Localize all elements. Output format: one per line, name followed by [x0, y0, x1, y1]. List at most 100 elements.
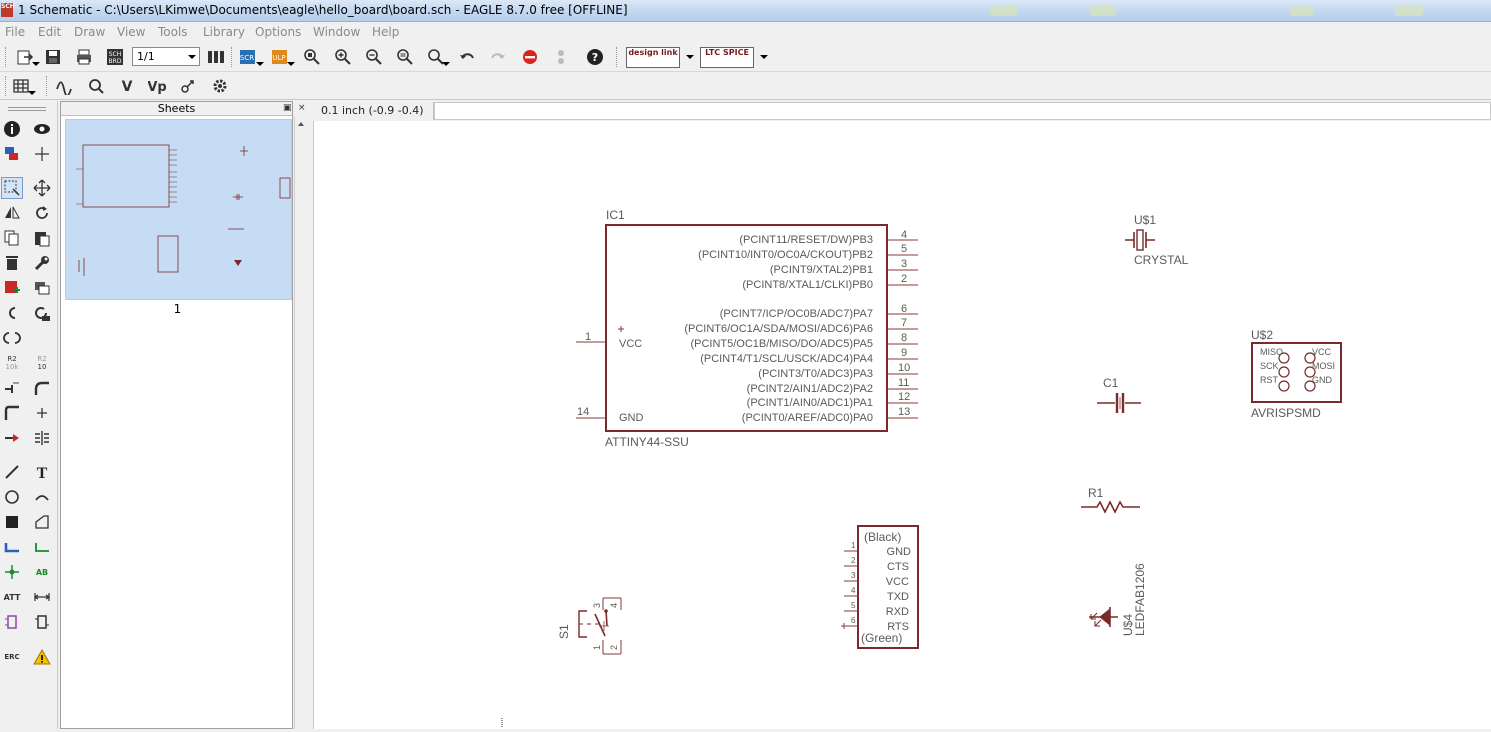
sheet-list-button[interactable]: [205, 46, 227, 68]
switch-symbol[interactable]: S1 3 4 1 2: [557, 597, 622, 655]
line-tool[interactable]: [1, 461, 23, 483]
crystal-symbol[interactable]: U$1 CRYSTAL: [1125, 213, 1189, 267]
erc-tool[interactable]: ERC: [1, 646, 23, 668]
move-tool[interactable]: [31, 177, 53, 199]
arc-tool[interactable]: [31, 486, 53, 508]
menu-tools[interactable]: Tools: [158, 25, 188, 39]
attribute-tool[interactable]: ATT: [1, 586, 23, 608]
sheet-thumbnail[interactable]: [65, 119, 292, 300]
group-tool[interactable]: [1, 177, 23, 199]
menu-edit[interactable]: Edit: [38, 25, 61, 39]
sheets-scrollbar[interactable]: [294, 116, 307, 729]
s1-pin: 1: [592, 645, 602, 650]
redo-button[interactable]: [487, 46, 509, 68]
capacitor-symbol[interactable]: C1: [1097, 376, 1141, 413]
rect-tool[interactable]: [1, 511, 23, 533]
undo-button[interactable]: [456, 46, 478, 68]
split-tool[interactable]: [1, 377, 23, 399]
command-line-input[interactable]: [434, 102, 1491, 120]
grid-dropdown[interactable]: [28, 91, 36, 95]
ltc-spice-dropdown[interactable]: [760, 55, 768, 59]
smash-tool[interactable]: [31, 402, 53, 424]
zoom-dropdown[interactable]: [442, 62, 450, 66]
value-label-tool[interactable]: R2 10: [31, 352, 53, 374]
ic1-pin-num: 9: [901, 347, 907, 359]
junction-tool[interactable]: [1, 561, 23, 583]
close-panel-icon[interactable]: ×: [298, 102, 306, 115]
ftdi-header-symbol[interactable]: (Black) (Green) GND CTS VCC TXD RXD RTS …: [841, 525, 919, 649]
ltc-spice-button[interactable]: LTC SPICE: [700, 47, 754, 68]
invoke-tool[interactable]: [31, 302, 53, 324]
zoom-fit-button[interactable]: [301, 46, 323, 68]
settings-button[interactable]: [209, 75, 231, 97]
design-link-dropdown[interactable]: [686, 55, 694, 59]
change-tool[interactable]: [31, 252, 53, 274]
zoom-in-button[interactable]: [332, 46, 354, 68]
menu-file[interactable]: File: [5, 25, 25, 39]
net-button[interactable]: [54, 75, 76, 97]
info-tool[interactable]: [1, 118, 23, 140]
print-button[interactable]: [73, 46, 95, 68]
palette-grip: [8, 107, 46, 108]
value-button[interactable]: V: [116, 75, 138, 97]
frame-tool[interactable]: [1, 611, 23, 633]
replace-tool[interactable]: [31, 277, 53, 299]
menu-help[interactable]: Help: [372, 25, 399, 39]
sheet-number[interactable]: 1: [61, 302, 294, 316]
float-panel-icon[interactable]: ▣: [283, 102, 292, 115]
show-tool[interactable]: [31, 118, 53, 140]
schematic-canvas[interactable]: IC1 ATTINY44-SSU 1 14 VCC GND (PCINT11/R…: [313, 121, 1491, 729]
slice-tool[interactable]: [1, 427, 23, 449]
optimize-tool[interactable]: [1, 402, 23, 424]
help-button[interactable]: ?: [584, 46, 606, 68]
polygon-tool[interactable]: [31, 511, 53, 533]
miter-tool[interactable]: [31, 377, 53, 399]
stop-button[interactable]: [519, 46, 541, 68]
miter-icon: [34, 381, 49, 395]
go-button[interactable]: [550, 46, 572, 68]
scroll-up-icon[interactable]: [298, 122, 304, 126]
zoom-redraw-button[interactable]: [394, 46, 416, 68]
paste-tool[interactable]: [31, 227, 53, 249]
dimension-tool[interactable]: [31, 586, 53, 608]
copy-tool[interactable]: [1, 227, 23, 249]
toolbar-grip: [616, 47, 618, 67]
name-label-tool[interactable]: R2 10k: [1, 352, 23, 374]
display-layers-tool[interactable]: [1, 143, 23, 165]
menu-window[interactable]: Window: [313, 25, 360, 39]
rotate-tool[interactable]: [31, 202, 53, 224]
delete-tool[interactable]: [1, 252, 23, 274]
design-link-button[interactable]: design link: [626, 47, 680, 68]
label-tool[interactable]: AB: [31, 561, 53, 583]
menu-options[interactable]: Options: [255, 25, 301, 39]
add-part-tool[interactable]: [1, 277, 23, 299]
circle-tool[interactable]: [1, 486, 23, 508]
net-tool[interactable]: [31, 536, 53, 558]
avrisp-header-symbol[interactable]: U$2 AVRISPSMD MISO SCK RST VCC MOSI GND: [1251, 328, 1342, 420]
zoom-out-button[interactable]: [363, 46, 385, 68]
menu-view[interactable]: View: [117, 25, 145, 39]
menu-draw[interactable]: Draw: [74, 25, 105, 39]
bus-tool[interactable]: [1, 536, 23, 558]
name-tool[interactable]: [1, 302, 23, 324]
text-tool[interactable]: T: [31, 461, 53, 483]
value-part-button[interactable]: Vp: [147, 75, 169, 97]
align-tool[interactable]: [31, 427, 53, 449]
show-button[interactable]: [85, 75, 107, 97]
module-tool[interactable]: [31, 611, 53, 633]
resistor-symbol[interactable]: R1: [1081, 486, 1140, 514]
led-symbol[interactable]: U$4 LEDFAB1206: [1089, 563, 1147, 636]
script-dropdown[interactable]: [256, 62, 264, 66]
sch-brd-switch-button[interactable]: SCH BRD: [104, 46, 126, 68]
attribute-button[interactable]: [177, 75, 199, 97]
open-dropdown[interactable]: [32, 62, 40, 66]
ic1-symbol[interactable]: IC1 ATTINY44-SSU 1 14 VCC GND (PCINT11/R…: [576, 208, 918, 449]
menu-library[interactable]: Library: [203, 25, 245, 39]
sheet-select[interactable]: 1/1: [132, 47, 200, 66]
save-button[interactable]: [42, 46, 64, 68]
errors-tool[interactable]: [31, 646, 53, 668]
ulp-dropdown[interactable]: [287, 62, 295, 66]
pinswap-tool[interactable]: [1, 327, 23, 349]
mirror-tool[interactable]: [1, 202, 23, 224]
mark-tool[interactable]: [31, 143, 53, 165]
